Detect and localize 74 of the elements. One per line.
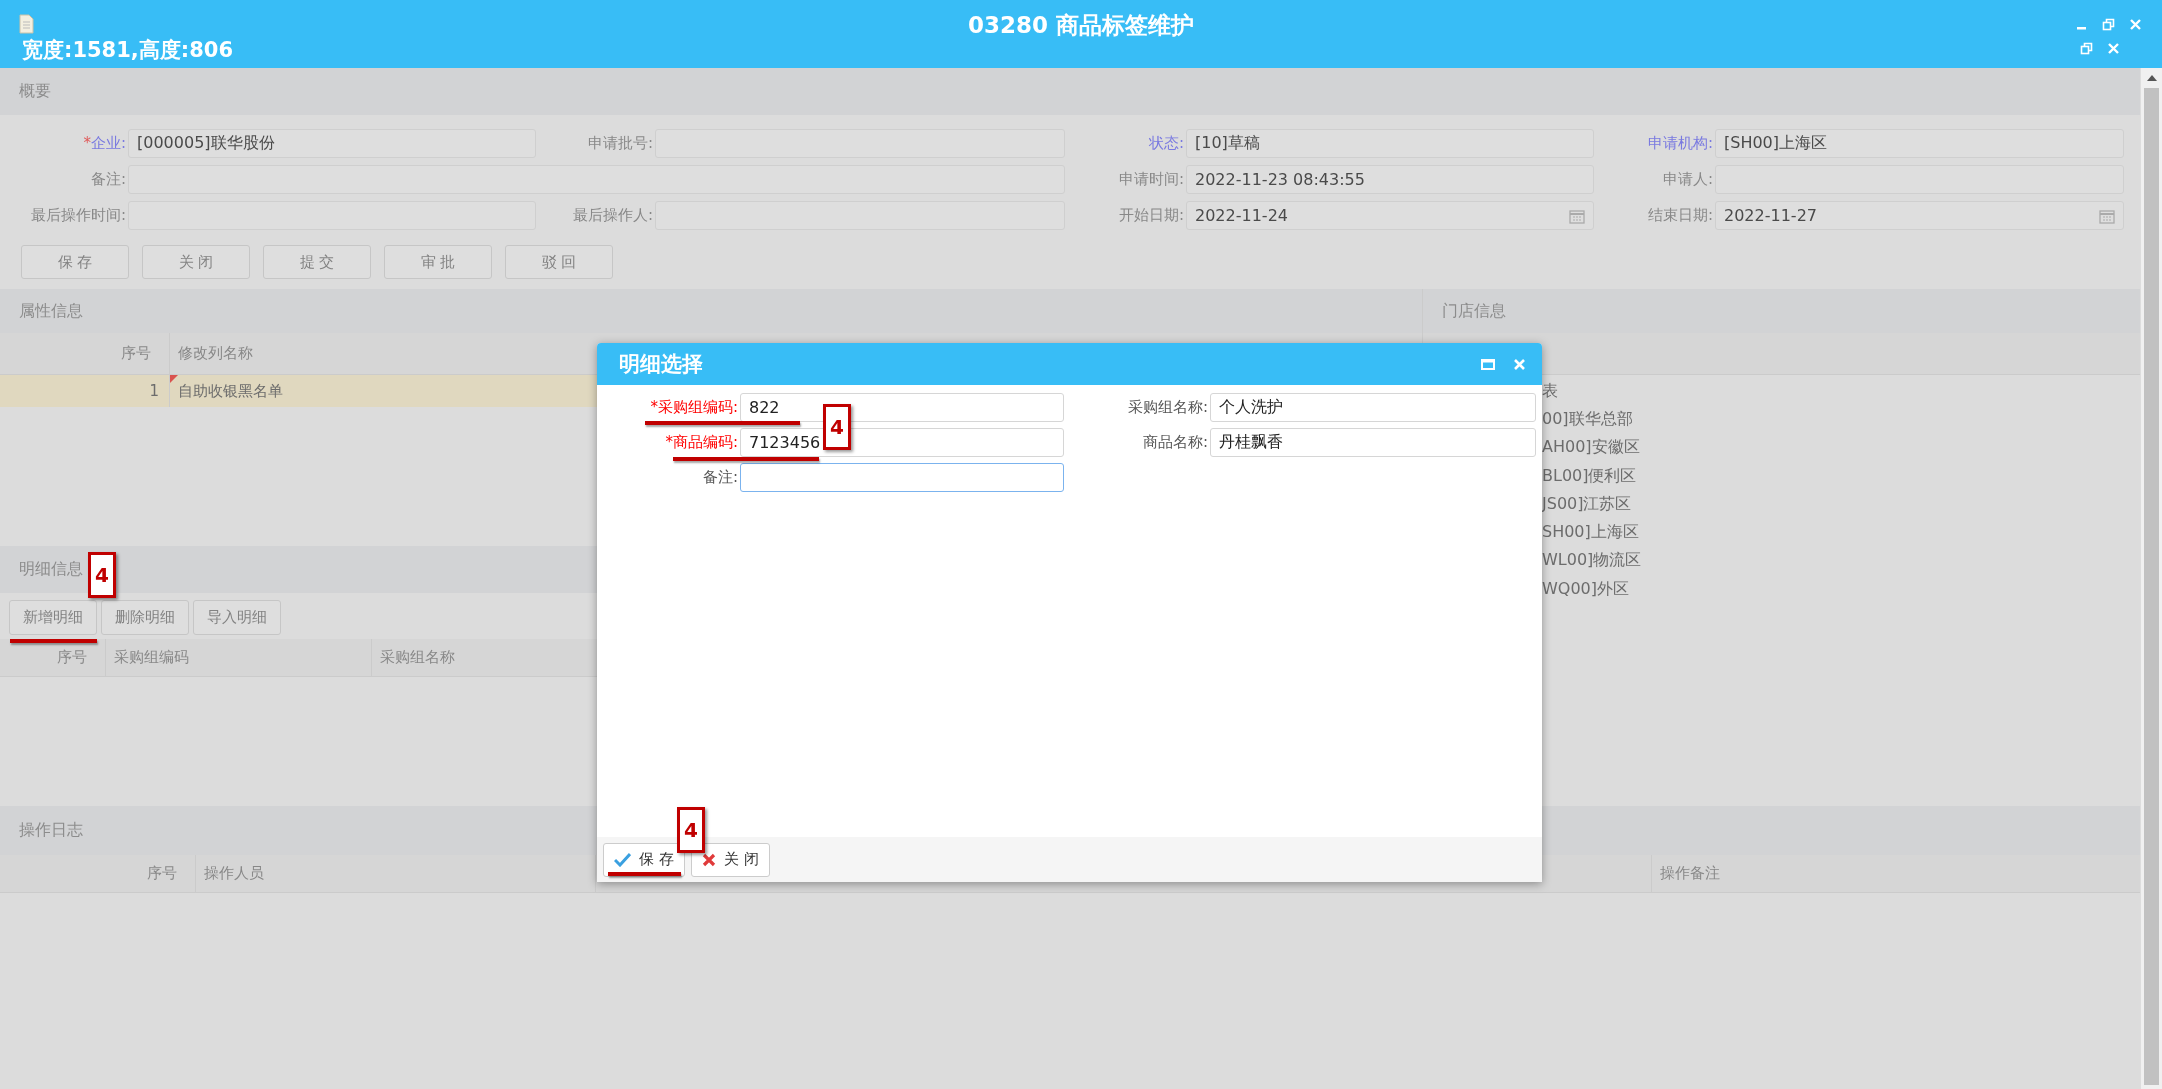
field-label: 备注: (701, 468, 739, 487)
close-icon[interactable] (2107, 42, 2120, 55)
close-icon[interactable] (1513, 357, 1526, 371)
cross-icon (701, 852, 716, 867)
date-field[interactable]: 2022-11-24 (1186, 201, 1594, 230)
toolbar-button[interactable]: 提 交 (263, 245, 371, 279)
column-header: 采购组编码 (106, 639, 372, 676)
field-label: 开始日期: (1117, 206, 1185, 225)
column-header: 操作备注 (1659, 863, 1721, 884)
column-header: 操作人员 (196, 855, 596, 892)
column-header: 修改列名称 (177, 343, 254, 364)
scrollbar[interactable] (2140, 68, 2162, 1089)
tree-item[interactable]: JS00]江苏区 (1542, 490, 2140, 519)
close-icon[interactable] (2129, 18, 2142, 31)
field-label: 状态: (1147, 134, 1185, 153)
toolbar-button[interactable]: 审 批 (384, 245, 492, 279)
field-label: 备注: (89, 170, 127, 189)
maximize-icon[interactable] (1481, 357, 1495, 371)
toolbar-button[interactable]: 删除明细 (101, 600, 189, 635)
tree-item[interactable]: WQ00]外区 (1542, 575, 2140, 604)
field-label: *商品编码: (664, 433, 739, 452)
toolbar-button[interactable]: 导入明细 (193, 600, 281, 635)
tree-item[interactable]: AH00]安徽区 (1542, 433, 2140, 462)
tree-item[interactable]: BL00]便利区 (1542, 461, 2140, 491)
field-label: *企业: (82, 134, 127, 153)
input-field[interactable]: [000005]联华股份 (128, 129, 536, 158)
tree-item[interactable]: WL00]物流区 (1542, 546, 2140, 576)
section-title: 门店信息 (1442, 300, 1506, 322)
dialog-title: 明细选择 (619, 351, 704, 378)
restore-icon[interactable] (2080, 42, 2093, 55)
section-title: 操作日志 (19, 820, 83, 841)
field-label: *采购组编码: (649, 398, 739, 417)
field-label: 申请时间: (1117, 170, 1185, 189)
window-title: 03280 商品标签维护 (968, 11, 1194, 40)
tree-item[interactable]: 表 (1542, 377, 2140, 406)
tree-item[interactable]: 00]联华总部 (1542, 405, 2140, 434)
field-label: 最后操作时间: (29, 206, 127, 225)
field-label: 商品名称: (1141, 433, 1209, 452)
input-field[interactable]: 2022-11-23 08:43:55 (1186, 165, 1594, 194)
toolbar-button[interactable]: 新增明细 (9, 600, 97, 635)
input-field[interactable]: [SH00]上海区 (1715, 129, 2124, 158)
field-label: 结束日期: (1646, 206, 1714, 225)
input-field[interactable] (740, 463, 1064, 492)
column-header: 序号 (0, 855, 196, 892)
annotation-badge: 4 (677, 807, 705, 853)
tree-item[interactable]: SH00]上海区 (1542, 518, 2140, 547)
date-field[interactable]: 2022-11-27 (1715, 201, 2124, 230)
toolbar-button[interactable]: 关 闭 (142, 245, 250, 279)
field-label: 申请批号: (586, 134, 654, 153)
table-cell: 1 (0, 375, 170, 407)
toolbar-button[interactable]: 驳 回 (505, 245, 613, 279)
field-label: 采购组名称: (1126, 398, 1209, 417)
window-size-text: 宽度:1581,高度:806 (22, 37, 234, 64)
input-field[interactable]: 个人洗护 (1210, 393, 1536, 422)
input-field[interactable]: [10]草稿 (1186, 129, 1594, 158)
field-label: 最后操作人: (571, 206, 654, 225)
column-header: 采购组名称 (379, 647, 456, 668)
calendar-icon (2099, 207, 2115, 224)
check-icon (614, 852, 631, 867)
input-field[interactable]: 丹桂飘香 (1210, 428, 1536, 457)
column-header: 序号 (0, 333, 170, 374)
table-cell: 自助收银黑名单 (170, 375, 570, 407)
section-title: 属性信息 (19, 300, 83, 322)
document-icon (18, 14, 35, 34)
annotation-badge: 4 (88, 552, 116, 598)
section-title: 明细信息 (19, 559, 83, 580)
field-label: 申请机构: (1646, 134, 1714, 153)
calendar-icon (1569, 207, 1585, 224)
annotation-badge: 4 (823, 404, 851, 450)
field-label: 申请人: (1661, 170, 1714, 189)
dialog-button[interactable]: 关 闭 (690, 842, 770, 877)
toolbar-button[interactable]: 保 存 (21, 245, 129, 279)
restore-icon[interactable] (2102, 18, 2115, 31)
section-title: 概要 (19, 81, 51, 102)
